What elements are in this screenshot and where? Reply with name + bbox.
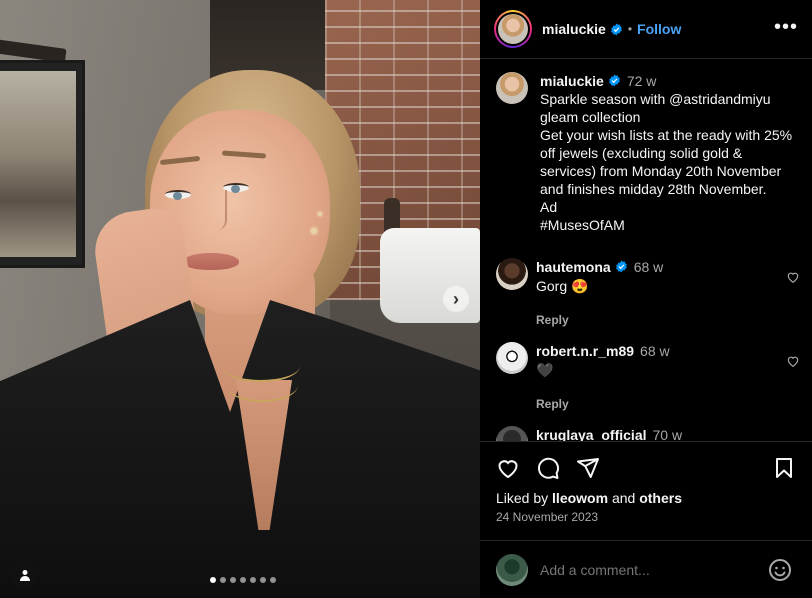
comment-time[interactable]: 68 w xyxy=(640,343,670,359)
comment-username[interactable]: robert.n.r_m89 xyxy=(536,343,634,359)
comment-username[interactable]: kruglaya_official xyxy=(536,427,647,441)
caption-username[interactable]: mialuckie xyxy=(540,73,604,89)
caption-line: off jewels (excluding solid gold & xyxy=(540,145,743,161)
comment-item: hautemona 68 w Gorg 😍 Reply xyxy=(496,258,799,329)
post-photo[interactable]: › xyxy=(0,0,480,598)
photo-left-eye xyxy=(165,190,191,200)
heart-icon[interactable] xyxy=(496,456,520,480)
liked-by-others[interactable]: others xyxy=(639,490,682,506)
caption-time[interactable]: 72 w xyxy=(627,73,657,89)
comment-body: hautemona 68 w Gorg 😍 Reply xyxy=(536,258,796,329)
caption-line: Sparkle season with @astridandmiyu xyxy=(540,91,771,107)
photo-earring xyxy=(311,228,317,234)
comment-body: kruglaya_official 70 w xyxy=(536,426,796,441)
comment-text: 🖤 xyxy=(536,362,554,378)
author-username[interactable]: mialuckie xyxy=(542,21,606,37)
caption-line: Ad xyxy=(540,199,558,215)
follow-button[interactable]: Follow xyxy=(637,21,681,37)
carousel-dot xyxy=(220,577,226,583)
more-icon[interactable]: ••• xyxy=(774,17,798,37)
comment-time[interactable]: 68 w xyxy=(634,259,664,275)
post-date[interactable]: 24 November 2023 xyxy=(496,510,598,524)
verified-badge-icon xyxy=(610,23,622,35)
photo-wall-frame xyxy=(0,60,85,268)
comment-text: Gorg 😍 xyxy=(536,278,589,294)
header-separator: • xyxy=(627,22,633,36)
carousel-dot xyxy=(240,577,246,583)
caption-author-avatar[interactable] xyxy=(496,72,528,104)
photo-necklace-2 xyxy=(226,368,298,402)
bookmark-icon[interactable] xyxy=(772,456,796,480)
liked-by-prefix: Liked by xyxy=(496,490,549,506)
caption-line: and finishes midday 28th November. xyxy=(540,181,767,197)
caption-line: services) from Monday 20th November xyxy=(540,163,782,179)
reply-button[interactable]: Reply xyxy=(536,311,796,329)
comment-avatar[interactable] xyxy=(496,342,528,374)
add-comment-bar xyxy=(480,540,812,598)
comment-avatar[interactable] xyxy=(496,426,528,441)
carousel-dots xyxy=(210,577,276,583)
comment-body: robert.n.r_m89 68 w 🖤 Reply xyxy=(536,342,796,413)
current-user-avatar xyxy=(496,553,528,586)
comment-time[interactable]: 70 w xyxy=(653,427,683,441)
carousel-dot xyxy=(250,577,256,583)
caption: mialuckie 72 w Sparkle season with @astri… xyxy=(496,72,801,234)
comment-item: kruglaya_official 70 w xyxy=(496,426,796,441)
likes-summary: Liked by lleowom and others xyxy=(496,490,682,506)
liked-by-join: and xyxy=(611,490,636,506)
user-tag-icon[interactable] xyxy=(12,562,38,588)
caption-body: mialuckie 72 w Sparkle season with @astri… xyxy=(540,72,792,234)
caption-hashtag[interactable]: #MusesOfAM xyxy=(540,216,792,234)
post-actions: Liked by lleowom and others 24 November … xyxy=(480,441,812,551)
carousel-dot xyxy=(210,577,216,583)
carousel-dot xyxy=(270,577,276,583)
post-header: mialuckie • Follow ••• xyxy=(480,0,812,59)
comment-icon[interactable] xyxy=(536,456,560,480)
photo-pillow xyxy=(380,228,480,323)
comment-like-heart-icon[interactable] xyxy=(786,354,800,368)
emoji-icon[interactable] xyxy=(768,558,792,582)
photo-ear-cuff xyxy=(318,212,322,216)
caption-line: gleam collection xyxy=(540,109,641,125)
comment-username[interactable]: hautemona xyxy=(536,259,611,275)
reply-button[interactable]: Reply xyxy=(536,395,796,413)
share-icon[interactable] xyxy=(576,456,600,480)
caption-line: Get your wish lists at the ready with 25… xyxy=(540,127,793,143)
author-avatar[interactable] xyxy=(498,14,528,44)
liked-by-user[interactable]: lleowom xyxy=(552,490,608,506)
photo-frame-art xyxy=(0,71,76,257)
photo-lips xyxy=(183,253,239,270)
comment-avatar[interactable] xyxy=(496,258,528,290)
author-story-ring-inner xyxy=(496,12,530,46)
post-details-panel: mialuckie • Follow ••• mialuckie 72 w Spa… xyxy=(480,0,812,598)
carousel-dot xyxy=(230,577,236,583)
comment-like-heart-icon[interactable] xyxy=(786,270,800,284)
author-story-ring[interactable] xyxy=(494,10,532,48)
carousel-dot xyxy=(260,577,266,583)
next-arrow-icon[interactable]: › xyxy=(443,286,469,312)
verified-badge-icon xyxy=(615,260,627,273)
comment-item: robert.n.r_m89 68 w 🖤 Reply xyxy=(496,342,799,413)
comments-list[interactable]: mialuckie 72 w Sparkle season with @astri… xyxy=(480,60,812,441)
verified-badge-icon xyxy=(608,74,620,87)
photo-nose xyxy=(213,190,227,230)
